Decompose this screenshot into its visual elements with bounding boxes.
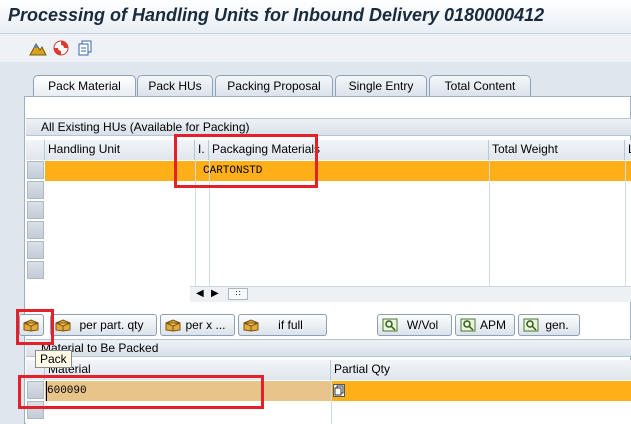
- mountain-icon[interactable]: [29, 39, 47, 57]
- generate-button[interactable]: gen.: [518, 314, 580, 336]
- lifebuoy-icon[interactable]: [52, 39, 70, 57]
- tab-packing-proposal[interactable]: Packing Proposal: [215, 75, 333, 97]
- tab-pack-hus[interactable]: Pack HUs: [137, 75, 213, 97]
- material-input-cell[interactable]: [45, 381, 331, 401]
- pack-button[interactable]: [19, 314, 44, 336]
- material-input[interactable]: 600090: [46, 381, 87, 401]
- tab-single-entry[interactable]: Single Entry: [335, 75, 427, 97]
- row-selector[interactable]: [27, 221, 44, 239]
- value-help-icon[interactable]: [333, 384, 345, 397]
- col-packaging-materials[interactable]: Packaging Materials: [209, 140, 489, 160]
- row-selector[interactable]: [27, 161, 44, 179]
- hus-section-title: All Existing HUs (Available for Packing): [26, 118, 631, 136]
- table-row[interactable]: [45, 161, 631, 181]
- column-divider: [195, 160, 196, 286]
- scroll-right-icon[interactable]: ▶: [211, 288, 219, 299]
- pack-per-x-button[interactable]: per x ...: [160, 314, 235, 336]
- pack-icon: [23, 318, 39, 332]
- search-icon: [382, 318, 398, 332]
- column-divider: [331, 380, 332, 424]
- scroll-left-icon[interactable]: ◀: [196, 288, 204, 299]
- material-table: Material Partial Qty 600090: [26, 360, 631, 424]
- select-all-corner[interactable]: [26, 140, 45, 160]
- horizontal-scrollbar[interactable]: ◀ ▶ ∷: [190, 286, 631, 302]
- pack-if-full-button[interactable]: if full: [238, 314, 327, 336]
- column-divider: [489, 160, 490, 286]
- copy-icon[interactable]: [76, 39, 94, 57]
- pack-button-bar: per part. qty per x ... if full W/Vol AP…: [19, 314, 631, 338]
- col-partial-qty[interactable]: Partial Qty: [331, 360, 631, 380]
- pack-tooltip: Pack: [35, 350, 72, 368]
- pack-icon: [55, 318, 71, 332]
- packaging-material-cell[interactable]: CARTONSTD: [203, 161, 262, 181]
- col-total-weight[interactable]: Total Weight: [489, 140, 625, 160]
- material-section-title: Material to Be Packed: [26, 339, 631, 357]
- row-selector[interactable]: [27, 261, 44, 279]
- hus-table: Handling Unit I. Packaging Materials Tot…: [26, 140, 631, 286]
- title-bar: Processing of Handling Units for Inbound…: [0, 0, 631, 34]
- scroll-thumb[interactable]: ∷: [228, 288, 248, 300]
- apm-button[interactable]: APM: [455, 314, 515, 336]
- application-toolbar: [0, 34, 631, 62]
- column-divider: [209, 160, 210, 286]
- tab-total-content[interactable]: Total Content: [429, 75, 531, 97]
- col-material[interactable]: Material: [45, 360, 331, 380]
- w-vol-button[interactable]: W/Vol: [377, 314, 452, 336]
- col-handling-unit[interactable]: Handling Unit: [45, 140, 195, 160]
- column-divider: [625, 160, 626, 286]
- window-title: Processing of Handling Units for Inbound…: [8, 5, 545, 25]
- pack-icon: [243, 318, 259, 332]
- pack-icon: [165, 318, 181, 332]
- partial-qty-cell[interactable]: [331, 381, 631, 401]
- search-icon: [523, 318, 539, 332]
- row-selector[interactable]: [27, 201, 44, 219]
- row-selector[interactable]: [27, 241, 44, 259]
- row-selector[interactable]: [27, 401, 44, 419]
- search-icon: [460, 318, 476, 332]
- row-selector[interactable]: [27, 181, 44, 199]
- col-indicator[interactable]: I.: [195, 140, 209, 160]
- pack-per-partial-qty-button[interactable]: per part. qty: [50, 314, 157, 336]
- col-l[interactable]: L: [625, 140, 631, 160]
- row-selector[interactable]: [27, 381, 44, 399]
